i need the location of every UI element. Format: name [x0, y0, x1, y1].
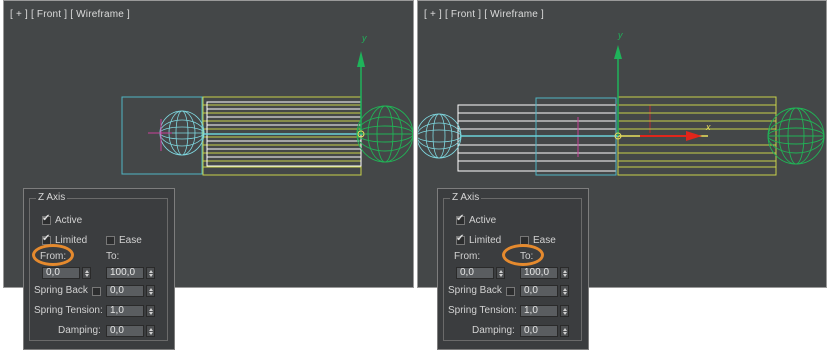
z-axis-group: Z Axis Active Limited Ease From: To: 0,0…: [443, 192, 582, 341]
box-wireframe: [457, 104, 617, 172]
limited-checkbox-row[interactable]: Limited: [456, 233, 501, 247]
active-checkbox[interactable]: [42, 213, 51, 225]
group-title: Z Axis: [450, 192, 482, 204]
spring-tension-spinner[interactable]: 1,0: [520, 304, 569, 318]
gizmo-x-label: x: [705, 122, 711, 132]
spring-tension-spinner-arrows[interactable]: [146, 305, 155, 317]
spring-tension-spinner[interactable]: 1,0: [106, 304, 155, 318]
z-axis-rollout: Z Axis Active Limited Ease From: To: 0,0…: [23, 188, 175, 350]
spring-back-spinner[interactable]: 0,0: [520, 284, 569, 298]
limited-label: Limited: [469, 234, 502, 246]
spring-tension-label: Spring Tension:: [34, 305, 103, 316]
spring-back-value[interactable]: 0,0: [520, 285, 558, 297]
to-spinner[interactable]: 100,0: [106, 266, 155, 280]
active-checkbox-row[interactable]: Active: [42, 213, 82, 227]
from-value[interactable]: 0,0: [42, 267, 80, 279]
active-checkbox-row[interactable]: Active: [456, 213, 496, 227]
from-value[interactable]: 0,0: [456, 267, 494, 279]
z-axis-group: Z Axis Active Limited Ease From: To: 0,0…: [29, 192, 168, 341]
from-spinner[interactable]: 0,0: [456, 266, 505, 280]
spring-back-spinner-arrows[interactable]: [560, 285, 569, 297]
z-axis-rollout: Z Axis Active Limited Ease From: To: 0,0…: [437, 188, 589, 350]
sphere-green: [767, 107, 825, 165]
spring-tension-value[interactable]: 1,0: [520, 305, 558, 317]
spring-back-spinner[interactable]: 0,0: [106, 284, 155, 298]
from-spinner-arrows[interactable]: [82, 267, 91, 279]
spring-tension-label: Spring Tension:: [448, 305, 517, 316]
gizmo-y-label: y: [617, 30, 623, 40]
gizmo-y-arrow: [614, 45, 622, 59]
gizmo-x-arrow: [686, 131, 702, 141]
limited-checkbox[interactable]: [456, 233, 465, 245]
spring-tension-value[interactable]: 1,0: [106, 305, 144, 317]
to-spinner-arrows[interactable]: [560, 267, 569, 279]
ease-label: Ease: [119, 234, 142, 246]
to-value[interactable]: 100,0: [106, 267, 144, 279]
from-spinner-arrows[interactable]: [496, 267, 505, 279]
to-label: To:: [106, 251, 120, 262]
from-highlight-ring: [32, 244, 74, 266]
spring-back-checkbox[interactable]: [92, 287, 101, 296]
spring-back-checkbox[interactable]: [506, 287, 515, 296]
damping-spinner-arrows[interactable]: [560, 325, 569, 337]
spring-back-label: Spring Back: [448, 285, 502, 296]
spring-back-spinner-arrows[interactable]: [146, 285, 155, 297]
from-label: From:: [454, 251, 481, 262]
active-label: Active: [55, 214, 83, 226]
ease-checkbox[interactable]: [106, 235, 115, 245]
damping-spinner-arrows[interactable]: [146, 325, 155, 337]
spring-tension-spinner-arrows[interactable]: [560, 305, 569, 317]
damping-spinner[interactable]: 0,0: [520, 324, 569, 338]
group-title: Z Axis: [36, 192, 68, 204]
damping-value[interactable]: 0,0: [520, 325, 558, 337]
to-spinner-arrows[interactable]: [146, 267, 155, 279]
sphere-cyan: [418, 113, 462, 159]
damping-spinner[interactable]: 0,0: [106, 324, 155, 338]
to-value[interactable]: 100,0: [520, 267, 558, 279]
damping-value[interactable]: 0,0: [106, 325, 144, 337]
damping-label: Damping:: [58, 325, 101, 336]
spring-back-label: Spring Back: [34, 285, 88, 296]
to-spinner[interactable]: 100,0: [520, 266, 569, 280]
ease-label: Ease: [533, 234, 556, 246]
damping-label: Damping:: [472, 325, 515, 336]
active-label: Active: [469, 214, 497, 226]
active-checkbox[interactable]: [456, 213, 465, 225]
from-spinner[interactable]: 0,0: [42, 266, 91, 280]
gizmo-y-arrow: [357, 51, 365, 67]
spring-back-value[interactable]: 0,0: [106, 285, 144, 297]
sphere-green: [356, 105, 413, 163]
to-highlight-ring: [502, 244, 544, 266]
ease-checkbox-row[interactable]: Ease: [106, 233, 142, 247]
gizmo-y-label: y: [361, 33, 367, 43]
